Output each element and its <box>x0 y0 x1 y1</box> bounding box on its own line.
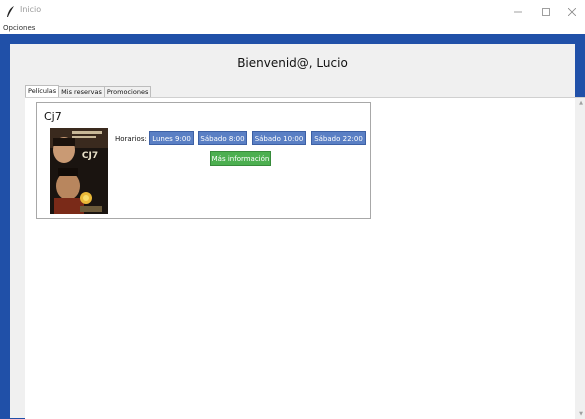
welcome-heading: Bienvenid@, Lucio <box>237 56 348 70</box>
window-frame: Bienvenid@, Lucio Películas Mis reservas… <box>0 34 585 419</box>
maximize-icon <box>542 7 550 16</box>
tab-peliculas[interactable]: Películas <box>25 85 60 97</box>
title-bar: Inicio <box>0 0 585 23</box>
vertical-scrollbar[interactable]: ▲ ▼ <box>575 98 585 419</box>
slot-sabado-22[interactable]: Sábado 22:00 <box>311 131 366 145</box>
close-icon <box>568 7 576 16</box>
scroll-up-icon[interactable]: ▲ <box>579 100 583 106</box>
tab-bar: Películas Mis reservas Promociones <box>25 85 152 97</box>
menu-bar: Opciones <box>0 23 585 34</box>
movie-title: Cj7 <box>44 110 62 123</box>
window-title: Inicio <box>20 5 42 14</box>
slot-sabado-10[interactable]: Sábado 10:00 <box>252 131 306 145</box>
minimize-button[interactable] <box>506 2 530 21</box>
scroll-down-icon[interactable]: ▼ <box>579 411 583 417</box>
slot-sabado-8[interactable]: Sábado 8:00 <box>198 131 247 145</box>
maximize-button[interactable] <box>534 2 558 21</box>
feather-icon <box>7 6 14 17</box>
movie-poster: CJ7 <box>50 128 108 214</box>
close-button[interactable] <box>560 2 584 21</box>
tab-promociones[interactable]: Promociones <box>103 86 152 97</box>
slot-lunes-9[interactable]: Lunes 9:00 <box>149 131 194 145</box>
more-info-button[interactable]: Más información <box>210 151 271 166</box>
tab-content: Cj7 CJ7 Horarios: Lunes 9:00 Sábado 8:00… <box>25 97 585 419</box>
tab-mis-reservas[interactable]: Mis reservas <box>58 86 105 97</box>
menu-opciones[interactable]: Opciones <box>3 23 35 34</box>
horarios-label: Horarios: <box>115 135 147 143</box>
minimize-icon <box>514 11 522 12</box>
main-area: Bienvenid@, Lucio Películas Mis reservas… <box>10 44 585 419</box>
svg-text:CJ7: CJ7 <box>82 151 98 161</box>
movie-card: Cj7 CJ7 Horarios: Lunes 9:00 Sábado 8:00… <box>36 102 371 219</box>
